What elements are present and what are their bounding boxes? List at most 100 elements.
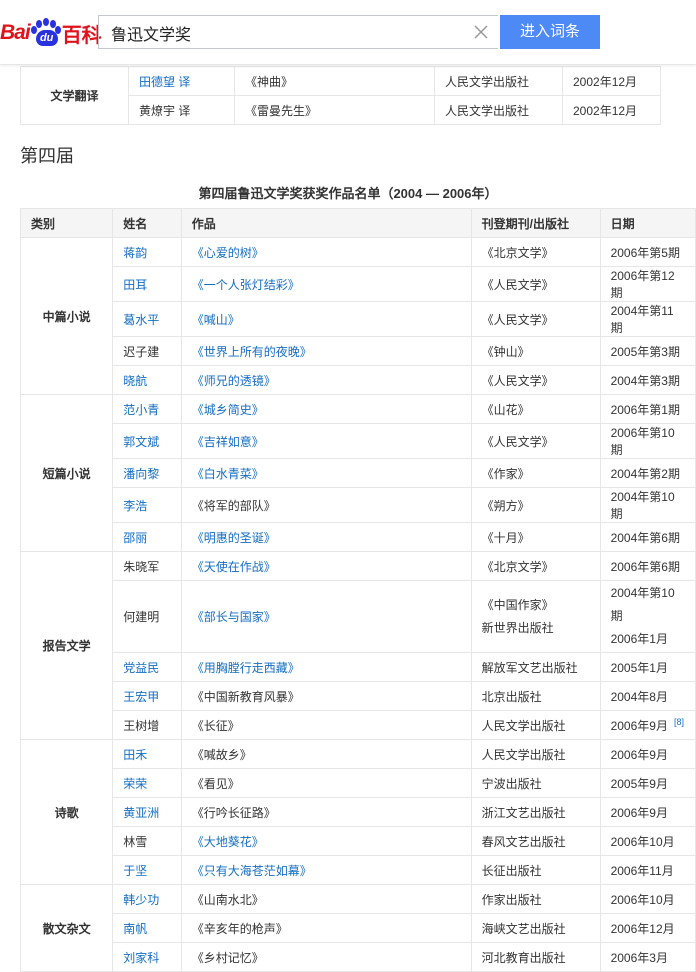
date-line: 2004年第10期	[610, 586, 675, 623]
work-title: 《行吟长征路》	[180, 797, 472, 827]
search-box	[98, 15, 498, 50]
author-name[interactable]: 蒋韵	[112, 237, 182, 267]
author-name: 朱晓军	[112, 551, 182, 581]
category-cell: 文学翻译	[20, 66, 129, 125]
author-name[interactable]: 范小青	[112, 394, 182, 424]
work-title[interactable]: 《吉祥如意》	[180, 423, 472, 459]
author-name[interactable]: 邵丽	[112, 522, 182, 552]
search-input[interactable]	[109, 16, 453, 50]
date-text: 2004年第6期	[610, 530, 680, 545]
translator-name[interactable]: 田德望 译	[128, 66, 235, 96]
work-title[interactable]: 《大地葵花》	[180, 826, 472, 856]
author-name[interactable]: 郭文斌	[112, 423, 182, 459]
table-row: 中篇小说 蒋韵 《心爱的树》 《北京文学》 2006年第5期	[19, 237, 696, 395]
table-row: 散文杂文 韩少功 《山南水北》 作家出版社 2006年10月	[19, 884, 696, 972]
section-title: 第四届	[20, 146, 74, 166]
publisher-cell: 长征出版社	[470, 855, 601, 885]
table-row: 何建明 《部长与国家》 《中国作家》 新世界出版社 2004年第10期 2006年1月	[21, 580, 696, 653]
author-name[interactable]: 黄亚洲	[112, 797, 182, 827]
date-cell: 2006年12月	[599, 913, 696, 943]
publisher-cell: 作家出版社	[470, 884, 601, 914]
date-text: 2006年第6期	[610, 559, 680, 574]
table-row: 王树增 《长征》 人民文学出版社 2006年9月 [8]	[21, 710, 696, 740]
work-title[interactable]: 《明惠的圣诞》	[180, 522, 472, 552]
date-text: 2006年10月	[610, 834, 675, 849]
category-cell: 中篇小说	[19, 237, 114, 395]
date-text: 2006年9月	[610, 747, 668, 762]
header-date: 日期	[599, 208, 696, 238]
enter-entry-button[interactable]: 进入词条	[500, 15, 600, 49]
author-name[interactable]: 南帆	[112, 913, 182, 943]
work-title[interactable]: 《白水青菜》	[180, 458, 472, 488]
author-name[interactable]: 田耳	[112, 266, 182, 302]
author-name[interactable]: 刘家科	[112, 942, 182, 972]
date-cell: 2006年第10期	[599, 423, 696, 459]
date-line: 2006年1月	[610, 632, 668, 646]
author-name: 林雪	[112, 826, 182, 856]
author-name[interactable]: 党益民	[112, 652, 182, 682]
date-text: 2006年第12期	[610, 269, 675, 300]
author-name: 迟子建	[112, 336, 182, 366]
publisher-cell: 《十月》	[470, 522, 601, 552]
date-text: 2005年1月	[610, 660, 668, 675]
work-title[interactable]: 《部长与国家》	[180, 580, 472, 653]
date-text: 2006年第1期	[610, 402, 680, 417]
date-cell: 2004年第6期	[599, 522, 696, 552]
work-title[interactable]: 《世界上所有的夜晚》	[180, 336, 472, 366]
work-title[interactable]: 《师兄的透镜》	[180, 365, 472, 395]
close-icon[interactable]	[472, 23, 490, 41]
work-title[interactable]: 《天使在作战》	[180, 551, 472, 581]
date-text: 2006年第5期	[610, 245, 680, 260]
date-cell: 2002年12月	[562, 95, 661, 125]
publisher-cell: 人民文学出版社	[434, 66, 563, 96]
table-row: 党益民 《用胸膛行走西藏》 解放军文艺出版社 2005年1月	[21, 652, 696, 682]
date-text: 2004年第10期	[610, 490, 675, 521]
work-title[interactable]: 《喊山》	[180, 301, 472, 337]
work-title[interactable]: 《只有大海苍茫如幕》	[180, 855, 472, 885]
work-title: 《喊故乡》	[180, 739, 472, 769]
header-category: 类别	[19, 208, 114, 238]
date-cell: 2006年第1期	[599, 394, 696, 424]
date-cell: 2005年1月	[599, 652, 696, 682]
date-text: 2004年第2期	[610, 466, 680, 481]
logo-baike-text: 百科	[61, 24, 102, 47]
table-caption: 第四届鲁迅文学奖获奖作品名单（2004 — 2006年）	[198, 186, 498, 201]
publisher-cell: 浙江文艺出版社	[470, 797, 601, 827]
table-row: 王宏甲 《中国新教育风暴》 北京出版社 2004年8月	[21, 681, 696, 711]
author-name[interactable]: 潘向黎	[112, 458, 182, 488]
publisher-cell: 《北京文学》	[470, 237, 601, 267]
author-name[interactable]: 李浩	[112, 487, 182, 523]
author-name[interactable]: 葛水平	[112, 301, 182, 337]
date-text: 2005年9月	[610, 776, 668, 791]
publisher-cell: 《人民文学》	[470, 266, 601, 302]
work-title[interactable]: 《用胸膛行走西藏》	[180, 652, 472, 682]
author-name[interactable]: 田禾	[112, 739, 182, 769]
work-title: 《辛亥年的枪声》	[180, 913, 472, 943]
table-row: 南帆 《辛亥年的枪声》 海峡文艺出版社 2006年12月	[21, 913, 696, 943]
table-row: 葛水平 《喊山》 《人民文学》 2004年第11期	[21, 301, 696, 337]
author-name[interactable]: 晓航	[112, 365, 182, 395]
date-text: 2004年第3期	[610, 373, 680, 388]
date-cell: 2006年10月	[599, 884, 696, 914]
table-row: 郭文斌 《吉祥如意》 《人民文学》 2006年第10期	[21, 423, 696, 459]
table-row: 报告文学 朱晓军 《天使在作战》 《北京文学》 2006年第6期	[19, 551, 696, 740]
date-text: 2005年第3期	[610, 344, 680, 359]
baidu-baike-logo[interactable]: Bai du 百科	[0, 18, 102, 48]
publisher-cell: 人民文学出版社	[434, 95, 563, 125]
work-title[interactable]: 《心爱的树》	[180, 237, 472, 267]
date-cell: 2006年9月	[599, 797, 696, 827]
author-name[interactable]: 荣荣	[112, 768, 182, 798]
table-row: 迟子建 《世界上所有的夜晚》 《钟山》 2005年第3期	[21, 336, 696, 366]
author-name: 何建明	[112, 580, 182, 653]
table-row: 田耳 《一个人张灯结彩》 《人民文学》 2006年第12期	[21, 266, 696, 302]
category-cell: 报告文学	[19, 551, 114, 740]
date-cell: 2006年11月	[599, 855, 696, 885]
author-name[interactable]: 王宏甲	[112, 681, 182, 711]
work-title[interactable]: 《一个人张灯结彩》	[180, 266, 472, 302]
work-title[interactable]: 《城乡简史》	[180, 394, 472, 424]
author-name[interactable]: 韩少功	[112, 884, 182, 914]
reference-link[interactable]: [8]	[674, 717, 684, 727]
top-search-bar: Bai du 百科 进入词条	[0, 0, 696, 65]
table-row: 潘向黎 《白水青菜》 《作家》 2004年第2期	[21, 458, 696, 488]
author-name[interactable]: 于坚	[112, 855, 182, 885]
